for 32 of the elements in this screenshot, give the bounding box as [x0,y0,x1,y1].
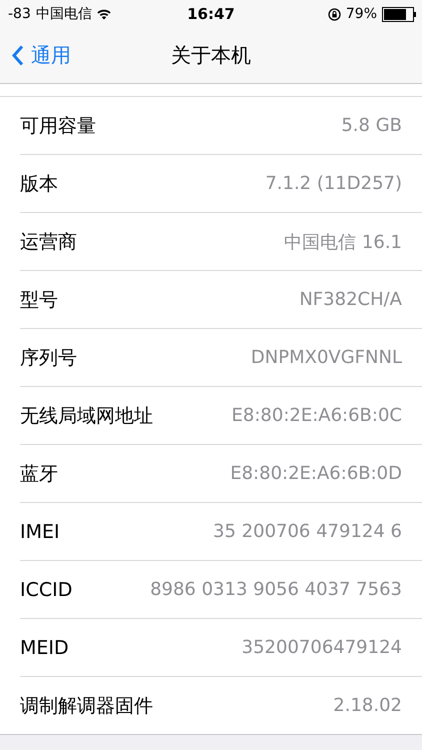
row-label: 版本 [20,172,58,196]
row-value: 2.18.02 [333,695,402,716]
row-value: 8986 0313 9056 4037 7563 [150,579,402,600]
rotation-lock-icon [328,8,341,20]
row-label: 型号 [20,288,58,312]
row-label: IMEI [20,520,60,542]
battery-percentage: 79% [346,6,377,22]
row-value: 35200706479124 [242,637,402,658]
row-label: 可用容量 [20,114,96,138]
row-label: 序列号 [20,346,77,370]
row-value: NF382CH/A [299,289,402,310]
row-label: 无线局域网地址 [20,404,153,428]
row-value: 5.8 GB [341,115,402,136]
clock-time: 16:47 [187,5,235,23]
row-value: E8:80:2E:A6:6B:0C [232,405,402,426]
signal-strength: -83 [8,6,31,22]
row-value: DNPMX0VGFNNL [250,347,402,368]
row-label: 调制解调器固件 [20,694,153,718]
wifi-icon [96,8,111,20]
back-button[interactable]: 通用 [0,42,71,69]
chevron-left-icon [12,45,24,66]
row-value: 35 200706 479124 6 [213,521,402,542]
row-label: MEID [20,636,69,658]
row-label: 运营商 [20,230,77,254]
carrier-name: 中国电信 [36,5,92,23]
row-value: E8:80:2E:A6:6B:0D [230,463,402,484]
row-label: ICCID [20,578,72,600]
page-title: 关于本机 [171,42,251,69]
row-label: 蓝牙 [20,462,58,486]
row-value: 中国电信 16.1 [284,230,402,254]
battery-icon [382,6,416,22]
row-value: 7.1.2 (11D257) [265,173,402,194]
